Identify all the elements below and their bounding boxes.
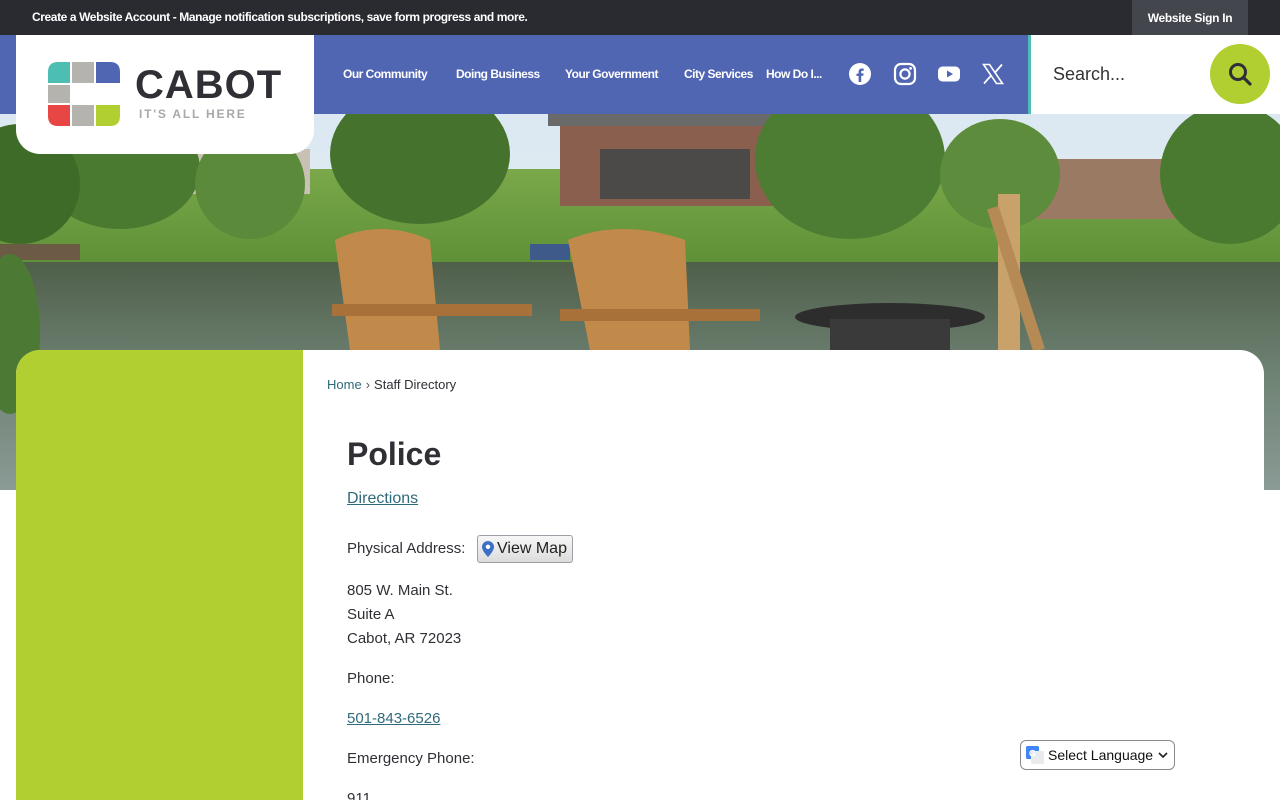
emergency-phone-label: Emergency Phone:: [347, 750, 475, 767]
youtube-icon[interactable]: [937, 62, 961, 86]
language-select-value: Select Language: [1048, 747, 1154, 763]
phone-link[interactable]: 501-843-6526: [347, 710, 440, 727]
emergency-phone-value: 911: [347, 790, 371, 800]
cabot-logo-mark-icon: [48, 62, 120, 126]
svg-text:G: G: [1029, 749, 1036, 759]
logo-tagline: IT'S ALL HERE: [139, 107, 247, 121]
language-select[interactable]: G Select Language: [1020, 740, 1175, 770]
view-map-label: View Map: [497, 540, 567, 557]
map-pin-icon: [482, 541, 494, 557]
search-area: [1031, 35, 1280, 114]
breadcrumb-separator: ›: [365, 377, 371, 392]
facebook-icon[interactable]: [848, 62, 872, 86]
breadcrumb-home-link[interactable]: Home: [327, 377, 362, 392]
phone-label: Phone:: [347, 670, 395, 687]
nav-our-community[interactable]: Our Community: [343, 67, 428, 81]
page-title: Police: [347, 436, 442, 472]
google-translate-icon: G: [1026, 746, 1044, 764]
search-input[interactable]: [1041, 53, 1201, 95]
breadcrumb-current: Staff Directory: [374, 377, 457, 392]
nav-doing-business[interactable]: Doing Business: [456, 67, 540, 81]
site-logo[interactable]: CABOT IT'S ALL HERE: [16, 35, 314, 154]
address-line-1: 805 W. Main St.: [347, 582, 453, 599]
search-icon: [1229, 63, 1252, 86]
nav-your-government[interactable]: Your Government: [565, 67, 658, 81]
physical-address-label: Physical Address:: [347, 540, 466, 557]
search-button[interactable]: [1210, 44, 1270, 104]
logo-wordmark: CABOT: [135, 63, 283, 107]
nav-city-services[interactable]: City Services: [684, 67, 753, 81]
sidebar-panel: [16, 350, 303, 800]
directions-link[interactable]: Directions: [347, 490, 418, 508]
top-utility-bar: Create a Website Account - Manage notifi…: [0, 0, 1280, 35]
instagram-icon[interactable]: [893, 62, 917, 86]
address-line-3: Cabot, AR 72023: [347, 630, 462, 647]
chevron-down-icon: [1158, 752, 1168, 759]
x-icon[interactable]: [981, 62, 1005, 86]
website-sign-in-button[interactable]: Website Sign In: [1132, 0, 1248, 35]
content-card: Home › Staff Directory Police Directions P…: [16, 350, 1264, 800]
create-account-link[interactable]: Create a Website Account - Manage notifi…: [32, 10, 528, 24]
address-line-2: Suite A: [347, 606, 395, 623]
nav-how-do-i[interactable]: How Do I...: [766, 67, 822, 81]
view-map-button[interactable]: View Map: [477, 535, 573, 563]
breadcrumb: Home › Staff Directory: [327, 377, 456, 392]
